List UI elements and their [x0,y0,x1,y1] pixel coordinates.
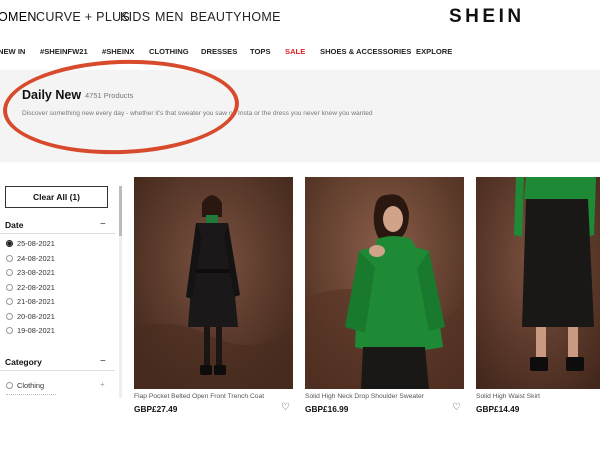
product-name[interactable]: Solid High Waist Skirt [476,393,540,400]
date-label: 23-08-2021 [17,268,55,277]
daily-new-banner: Daily New 4751 Products Discover somethi… [0,70,600,162]
sidebar-scroll-thumb[interactable] [119,186,122,236]
subnav-sheinx[interactable]: #SHEINX [102,47,135,56]
subnav-clothing[interactable]: CLOTHING [149,47,189,56]
date-label: 19-08-2021 [17,326,55,335]
category-divider [0,370,115,371]
category-option-clothing[interactable]: Clothing + [6,380,110,392]
banner-description: Discover something new every day - wheth… [22,110,373,117]
clear-all-button[interactable]: Clear All (1) [5,186,108,208]
subnav-sheinfw21[interactable]: #SHEINFW21 [40,47,88,56]
date-label: 24-08-2021 [17,254,55,263]
expand-icon[interactable]: + [100,380,105,389]
page-title: Daily New [22,88,82,102]
radio-icon[interactable] [6,284,13,291]
heart-icon[interactable]: ♡ [452,402,461,413]
sub-nav: NEW IN #SHEINFW21 #SHEINX CLOTHING DRESS… [0,34,600,70]
radio-icon[interactable] [6,382,13,389]
product-image[interactable] [476,177,600,389]
subnav-dresses[interactable]: DRESSES [201,47,237,56]
category-filter-heading[interactable]: Category [5,357,42,367]
trench-coat-photo [134,177,293,389]
subnav-explore[interactable]: EXPLORE [416,47,452,56]
radio-icon[interactable] [6,313,13,320]
shein-logo[interactable]: SHEIN [449,6,525,28]
date-filter-heading[interactable]: Date [5,220,23,230]
date-label: 22-08-2021 [17,283,55,292]
product-price: GBP£14.49 [476,404,520,414]
product-price: GBP£27.49 [134,404,178,414]
radio-icon[interactable] [6,298,13,305]
nav-men[interactable]: MEN [155,10,184,24]
top-nav: OMEN CURVE + PLUS KIDS MEN BEAUTY HOME S… [0,0,600,34]
radio-icon[interactable] [6,327,13,334]
product-count: 4751 Products [85,91,134,100]
nav-women[interactable]: OMEN [0,10,37,24]
radio-icon[interactable] [6,269,13,276]
green-sweater-photo [305,177,464,389]
black-skirt-photo [476,177,600,389]
heart-icon[interactable]: ♡ [281,402,290,413]
cut-off-item [6,394,56,398]
subnav-sale[interactable]: SALE [285,47,305,56]
product-price: GBP£16.99 [305,404,349,414]
date-collapse-icon[interactable]: − [100,220,106,230]
date-label: 20-08-2021 [17,312,55,321]
product-image[interactable] [305,177,464,389]
nav-curve-plus[interactable]: CURVE + PLUS [36,10,130,24]
product-name[interactable]: Solid High Neck Drop Shoulder Sweater [305,393,424,400]
category-collapse-icon[interactable]: − [100,357,106,367]
date-label: 25-08-2021 [17,239,55,248]
nav-home[interactable]: HOME [242,10,281,24]
subnav-new-in[interactable]: NEW IN [0,47,25,56]
category-label: Clothing [17,381,45,390]
subnav-tops[interactable]: TOPS [250,47,271,56]
product-image[interactable] [134,177,293,389]
date-divider [0,233,115,234]
date-label: 21-08-2021 [17,297,55,306]
filter-sidebar: Clear All (1) Date − 25-08-2021 24-08-20… [0,186,118,398]
product-name[interactable]: Flap Pocket Belted Open Front Trench Coa… [134,393,264,400]
radio-icon[interactable] [6,255,13,262]
subnav-shoes-accessories[interactable]: SHOES & ACCESSORIES [320,47,411,56]
radio-checked-icon[interactable] [6,240,13,247]
nav-beauty[interactable]: BEAUTY [190,10,242,24]
nav-kids[interactable]: KIDS [120,10,150,24]
